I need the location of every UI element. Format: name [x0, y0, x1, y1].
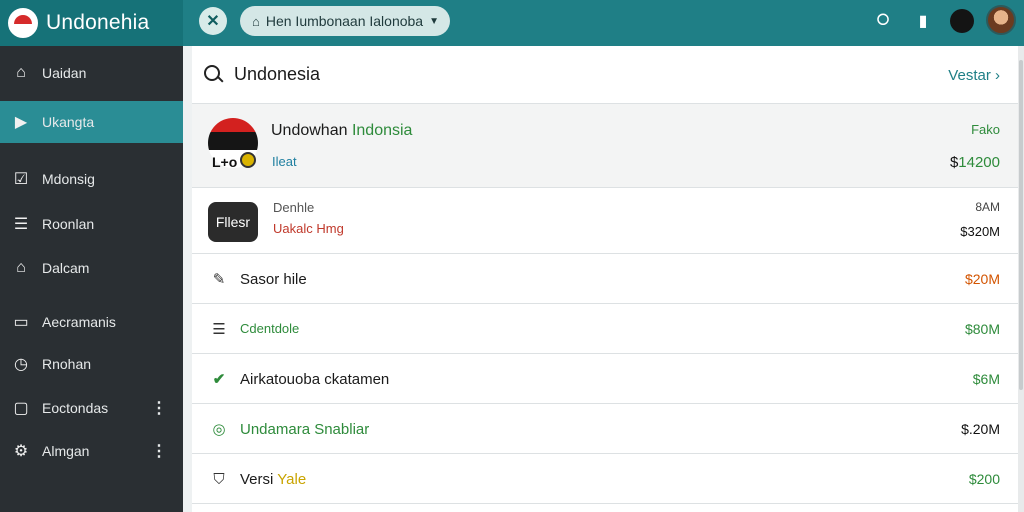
close-icon: ✕ — [206, 13, 220, 30]
search-input[interactable]: Undonesia — [234, 64, 320, 85]
featured-title: Undowhan Indonsia — [271, 122, 413, 139]
settings-icon[interactable]: ⭘ — [871, 9, 895, 33]
item-subtitle: Uakalc Hmg — [273, 221, 344, 236]
edit-icon: ✎ — [212, 271, 226, 288]
sidebar-item-label: Roonlan — [42, 216, 95, 232]
brand-logo — [8, 8, 38, 38]
sidebar-item-label: Mdonsig — [42, 171, 95, 187]
lock-icon: ▢ — [13, 400, 29, 417]
home-icon: ⌂ — [16, 64, 26, 81]
play-icon: ▶ — [14, 114, 28, 131]
search-icon — [204, 64, 224, 85]
scrollbar-thumb[interactable] — [1019, 60, 1023, 390]
sidebar-item-uaidan[interactable]: ⌂ Uaidan — [0, 52, 183, 94]
more-icon[interactable]: ⋮ — [151, 441, 167, 461]
bookmark-icon[interactable]: ▮ — [911, 9, 935, 33]
sidebar-item-label: Uaidan — [42, 65, 87, 81]
location-dropdown[interactable]: ⌂ Hen Iumbonaan Ialonoba ▼ — [240, 6, 450, 36]
list-item-label: Cdentdole — [240, 321, 300, 336]
file-badge: Fllesr — [208, 202, 258, 242]
list-item[interactable]: ✔ Airkatouoba ckatamen $6M — [192, 354, 1018, 404]
sidebar-item-mdonsig[interactable]: ☑ Mdonsig — [0, 158, 183, 200]
list-item[interactable]: ⛉ Versi Yale $200 — [192, 454, 1018, 504]
featured-amount: $14200 — [949, 154, 1000, 171]
app-title: Undonehia — [46, 11, 150, 34]
folder-icon: ▭ — [13, 314, 29, 331]
main-panel: Undonesia Vestar › L+o Undowhan Indonsia… — [192, 46, 1018, 512]
list-item-label: Undamara Snabliar — [240, 421, 370, 438]
check-icon: ✔ — [212, 371, 226, 388]
search-bar[interactable]: Undonesia Vestar › — [192, 46, 1018, 104]
sidebar-item-ukangta[interactable]: ▶ Ukangta — [0, 101, 183, 143]
shield-icon: ⛉ — [213, 470, 225, 488]
list-item-amount: $6M — [972, 371, 1000, 387]
close-button[interactable]: ✕ — [199, 7, 227, 35]
clock-icon: ◷ — [14, 356, 28, 373]
settings-icon: ⚙ — [13, 443, 29, 460]
item-amount: $320M — [960, 224, 1000, 239]
list-item-amount: $80M — [964, 321, 1000, 337]
featured-subtitle[interactable]: Ileat — [272, 154, 297, 169]
list-item-label: Versi Yale — [240, 471, 307, 488]
sidebar-item-dalcam[interactable]: ⌂ Dalcam — [0, 247, 183, 289]
list-item-second[interactable]: Fllesr Denhle Uakalc Hmg 8AM $320M — [192, 188, 1018, 254]
featured-status: Fako — [971, 122, 1000, 137]
sidebar: ⌂ Uaidan ▶ Ukangta ☑ Mdonsig ☰ Roonlan ⌂… — [0, 46, 183, 512]
sidebar-item-label: Almgan — [42, 443, 90, 459]
list-item[interactable]: ✎ Sasor hile $20M — [192, 254, 1018, 304]
item-title: Denhle — [273, 200, 315, 215]
item-time: 8AM — [975, 200, 1000, 214]
list-item-amount: $.20M — [961, 421, 1000, 437]
check-square-icon: ☑ — [13, 171, 29, 188]
list-item-amount: $20M — [964, 271, 1000, 287]
sidebar-item-aecramanis[interactable]: ▭ Aecramanis — [0, 301, 183, 343]
sidebar-item-almgan[interactable]: ⚙ Almgan ⋮ — [0, 430, 183, 472]
list-item-label: Sasor hile — [240, 271, 307, 288]
list-icon: ☰ — [13, 216, 29, 233]
flag-caption: L+o — [212, 154, 238, 170]
check-circle-icon: ◎ — [212, 421, 226, 438]
sidebar-item-rnohan[interactable]: ◷ Rnohan — [0, 343, 183, 385]
brand[interactable]: Undonehia — [0, 0, 183, 46]
emblem-icon — [240, 152, 256, 168]
featured-row[interactable] — [192, 104, 1018, 188]
home-icon: ⌂ — [16, 259, 26, 276]
list-item[interactable]: ☰ Cdentdole $80M — [192, 304, 1018, 354]
more-icon[interactable]: ⋮ — [151, 398, 167, 418]
chevron-down-icon: ▼ — [429, 15, 439, 27]
list-item-label: Airkatouoba ckatamen — [240, 371, 390, 388]
view-link[interactable]: Vestar › — [948, 67, 1000, 84]
home-icon: ⌂ — [252, 13, 260, 29]
list-item-amount: $200 — [968, 471, 1000, 487]
list-icon: ☰ — [212, 321, 226, 338]
location-label: Hen Iumbonaan Ialonoba — [265, 13, 424, 29]
list-item[interactable]: ◎ Undamara Snabliar $.20M — [192, 404, 1018, 454]
user-avatar[interactable] — [986, 5, 1016, 35]
dark-avatar[interactable] — [950, 9, 974, 33]
sidebar-item-label: Aecramanis — [42, 314, 116, 330]
sidebar-item-roonlan[interactable]: ☰ Roonlan — [0, 203, 183, 245]
sidebar-item-label: Dalcam — [42, 260, 90, 276]
sidebar-item-eoctondas[interactable]: ▢ Eoctondas ⋮ — [0, 387, 183, 429]
sidebar-item-label: Ukangta — [42, 114, 95, 130]
sidebar-item-label: Eoctondas — [42, 400, 109, 416]
sidebar-item-label: Rnohan — [42, 356, 92, 372]
